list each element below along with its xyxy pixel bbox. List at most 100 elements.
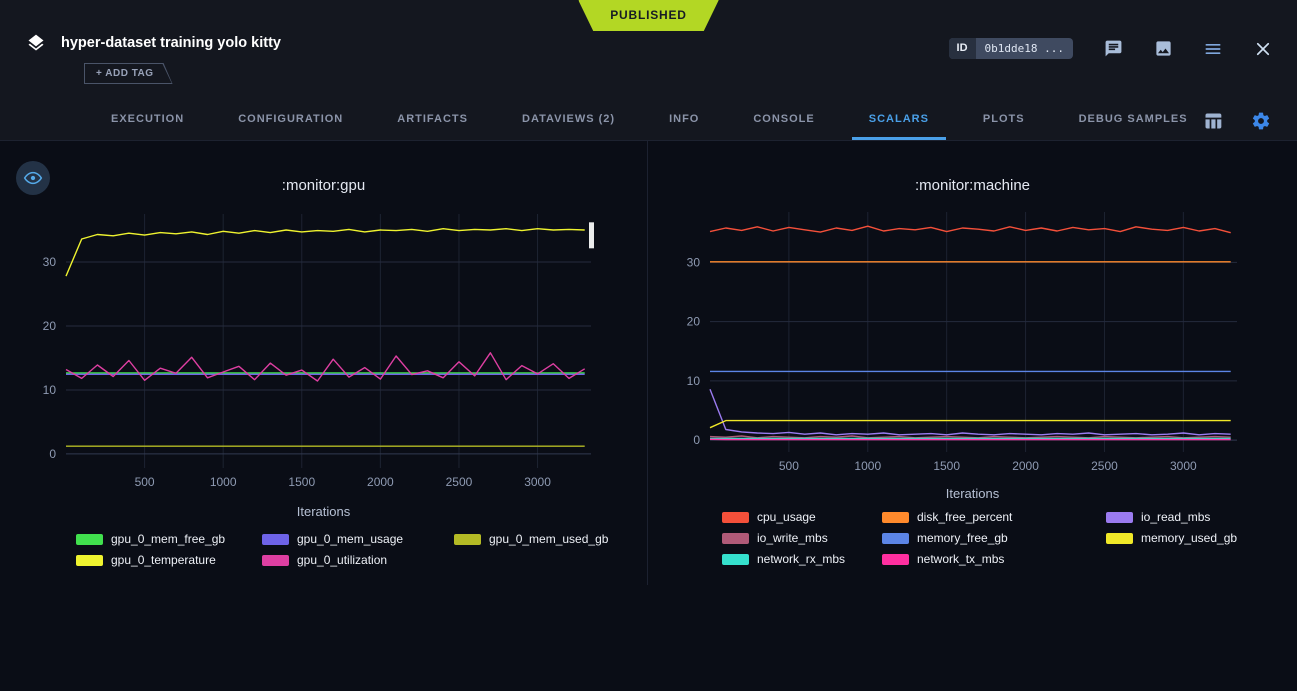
svg-text:30: 30 xyxy=(687,255,701,269)
legend-swatch-icon xyxy=(722,533,749,544)
table-view-icon[interactable] xyxy=(1203,111,1223,131)
legend-gpu: gpu_0_mem_free_gb gpu_0_mem_usage gpu_0_me… xyxy=(76,532,647,567)
legend-swatch-icon xyxy=(882,533,909,544)
x-axis-title-machine: Iterations xyxy=(648,486,1297,501)
legend-label: network_tx_mbs xyxy=(917,552,1004,566)
legend-swatch-icon xyxy=(722,512,749,523)
charts-grid: :monitor:gpu 500 1000 1500 2000 2500 3000 0 10 2… xyxy=(0,141,1297,585)
tab-artifacts[interactable]: ARTIFACTS xyxy=(370,98,495,140)
x-axis-title-gpu: Iterations xyxy=(0,504,647,519)
legend-item-gpu_0_utilization[interactable]: gpu_0_utilization xyxy=(262,553,428,567)
status-badge-published: PUBLISHED xyxy=(578,0,719,31)
scalars-content: :monitor:gpu 500 1000 1500 2000 2500 3000 0 10 2… xyxy=(0,141,1297,691)
svg-text:3000: 3000 xyxy=(524,475,551,489)
legend-item-gpu_0_mem_used_gb[interactable]: gpu_0_mem_used_gb xyxy=(454,532,608,546)
svg-text:30: 30 xyxy=(43,255,57,269)
legend-item-io_write_mbs[interactable]: io_write_mbs xyxy=(722,531,856,545)
legend-swatch-icon xyxy=(882,512,909,523)
add-tag-button[interactable]: + ADD TAG xyxy=(84,63,173,84)
svg-text:500: 500 xyxy=(135,475,155,489)
svg-text:1000: 1000 xyxy=(210,475,237,489)
legend-label: gpu_0_mem_free_gb xyxy=(111,532,225,546)
tab-configuration[interactable]: CONFIGURATION xyxy=(211,98,370,140)
experiment-title: hyper-dataset training yolo kitty xyxy=(61,35,281,51)
legend-label: memory_free_gb xyxy=(917,531,1008,545)
svg-text:2500: 2500 xyxy=(1091,459,1118,473)
svg-text:2000: 2000 xyxy=(367,475,394,489)
tab-debug-samples[interactable]: DEBUG SAMPLES xyxy=(1052,98,1215,140)
tag-row: + ADD TAG xyxy=(84,63,1297,84)
id-label: ID xyxy=(949,38,976,59)
legend-label: io_write_mbs xyxy=(757,531,828,545)
legend-swatch-icon xyxy=(76,534,103,545)
header-actions: ID 0b1dde18 ... xyxy=(949,38,1273,59)
svg-text:3000: 3000 xyxy=(1170,459,1197,473)
legend-item-gpu_0_mem_free_gb[interactable]: gpu_0_mem_free_gb xyxy=(76,532,236,546)
tab-bar: EXECUTIONCONFIGURATIONARTIFACTSDATAVIEWS… xyxy=(84,98,1215,140)
legend-item-disk_free_percent[interactable]: disk_free_percent xyxy=(882,510,1080,524)
chart-panel-gpu: :monitor:gpu 500 1000 1500 2000 2500 3000 0 10 2… xyxy=(0,141,648,585)
chart-title-gpu: :monitor:gpu xyxy=(0,177,647,194)
svg-text:20: 20 xyxy=(43,319,57,333)
legend-item-memory_used_gb[interactable]: memory_used_gb xyxy=(1106,531,1237,545)
legend-label: gpu_0_mem_used_gb xyxy=(489,532,608,546)
legend-label: io_read_mbs xyxy=(1141,510,1210,524)
legend-label: gpu_0_utilization xyxy=(297,553,387,567)
tab-scalars[interactable]: SCALARS xyxy=(842,98,956,140)
legend-label: gpu_0_temperature xyxy=(111,553,216,567)
legend-label: memory_used_gb xyxy=(1141,531,1237,545)
legend-swatch-icon xyxy=(722,554,749,565)
tab-console[interactable]: CONSOLE xyxy=(726,98,841,140)
menu-icon[interactable] xyxy=(1203,39,1223,59)
legend-label: gpu_0_mem_usage xyxy=(297,532,403,546)
id-value: 0b1dde18 ... xyxy=(976,38,1073,59)
tab-plots[interactable]: PLOTS xyxy=(956,98,1052,140)
scalar-plot-machine[interactable]: 500 1000 1500 2000 2500 3000 0 10 20 30 xyxy=(648,202,1297,484)
svg-text:0: 0 xyxy=(49,447,56,461)
svg-text:20: 20 xyxy=(687,315,701,329)
legend-swatch-icon xyxy=(882,554,909,565)
scalar-plot-gpu[interactable]: 500 1000 1500 2000 2500 3000 0 10 20 30 xyxy=(0,202,648,502)
svg-text:500: 500 xyxy=(779,459,799,473)
svg-text:1500: 1500 xyxy=(288,475,315,489)
svg-text:2000: 2000 xyxy=(1012,459,1039,473)
svg-text:10: 10 xyxy=(687,374,701,388)
experiment-header: PUBLISHED hyper-dataset training yolo ki… xyxy=(0,0,1297,141)
legend-swatch-icon xyxy=(1106,512,1133,523)
svg-text:1500: 1500 xyxy=(933,459,960,473)
close-icon[interactable] xyxy=(1253,39,1273,59)
svg-text:0: 0 xyxy=(693,433,700,447)
legend-item-io_read_mbs[interactable]: io_read_mbs xyxy=(1106,510,1237,524)
experiment-id-badge[interactable]: ID 0b1dde18 ... xyxy=(949,38,1073,59)
tab-info[interactable]: INFO xyxy=(642,98,726,140)
legend-swatch-icon xyxy=(262,555,289,566)
legend-item-memory_free_gb[interactable]: memory_free_gb xyxy=(882,531,1080,545)
legend-item-gpu_0_mem_usage[interactable]: gpu_0_mem_usage xyxy=(262,532,428,546)
tab-execution[interactable]: EXECUTION xyxy=(84,98,211,140)
legend-label: cpu_usage xyxy=(757,510,816,524)
image-icon[interactable] xyxy=(1153,39,1173,59)
add-tag-label: + ADD TAG xyxy=(85,64,172,83)
hide-plots-button[interactable] xyxy=(16,161,50,195)
axis-drag-handle xyxy=(589,222,594,248)
legend-swatch-icon xyxy=(262,534,289,545)
comment-icon[interactable] xyxy=(1103,39,1123,59)
legend-item-cpu_usage[interactable]: cpu_usage xyxy=(722,510,856,524)
legend-swatch-icon xyxy=(454,534,481,545)
legend-label: disk_free_percent xyxy=(917,510,1012,524)
legend-item-network_rx_mbs[interactable]: network_rx_mbs xyxy=(722,552,856,566)
legend-item-gpu_0_temperature[interactable]: gpu_0_temperature xyxy=(76,553,236,567)
chart-panel-machine: :monitor:machine 500 1000 1500 2000 2500 3000… xyxy=(648,141,1297,585)
svg-text:1000: 1000 xyxy=(854,459,881,473)
chart-title-machine: :monitor:machine xyxy=(648,177,1297,194)
tab-dataviews[interactable]: DATAVIEWS (2) xyxy=(495,98,642,140)
settings-icon[interactable] xyxy=(1251,111,1271,131)
clearml-logo xyxy=(26,33,46,53)
legend-item-network_tx_mbs[interactable]: network_tx_mbs xyxy=(882,552,1080,566)
legend-swatch-icon xyxy=(76,555,103,566)
tab-bar-icons xyxy=(1203,111,1271,131)
legend-swatch-icon xyxy=(1106,533,1133,544)
svg-text:10: 10 xyxy=(43,383,57,397)
svg-text:2500: 2500 xyxy=(446,475,473,489)
legend-label: network_rx_mbs xyxy=(757,552,845,566)
